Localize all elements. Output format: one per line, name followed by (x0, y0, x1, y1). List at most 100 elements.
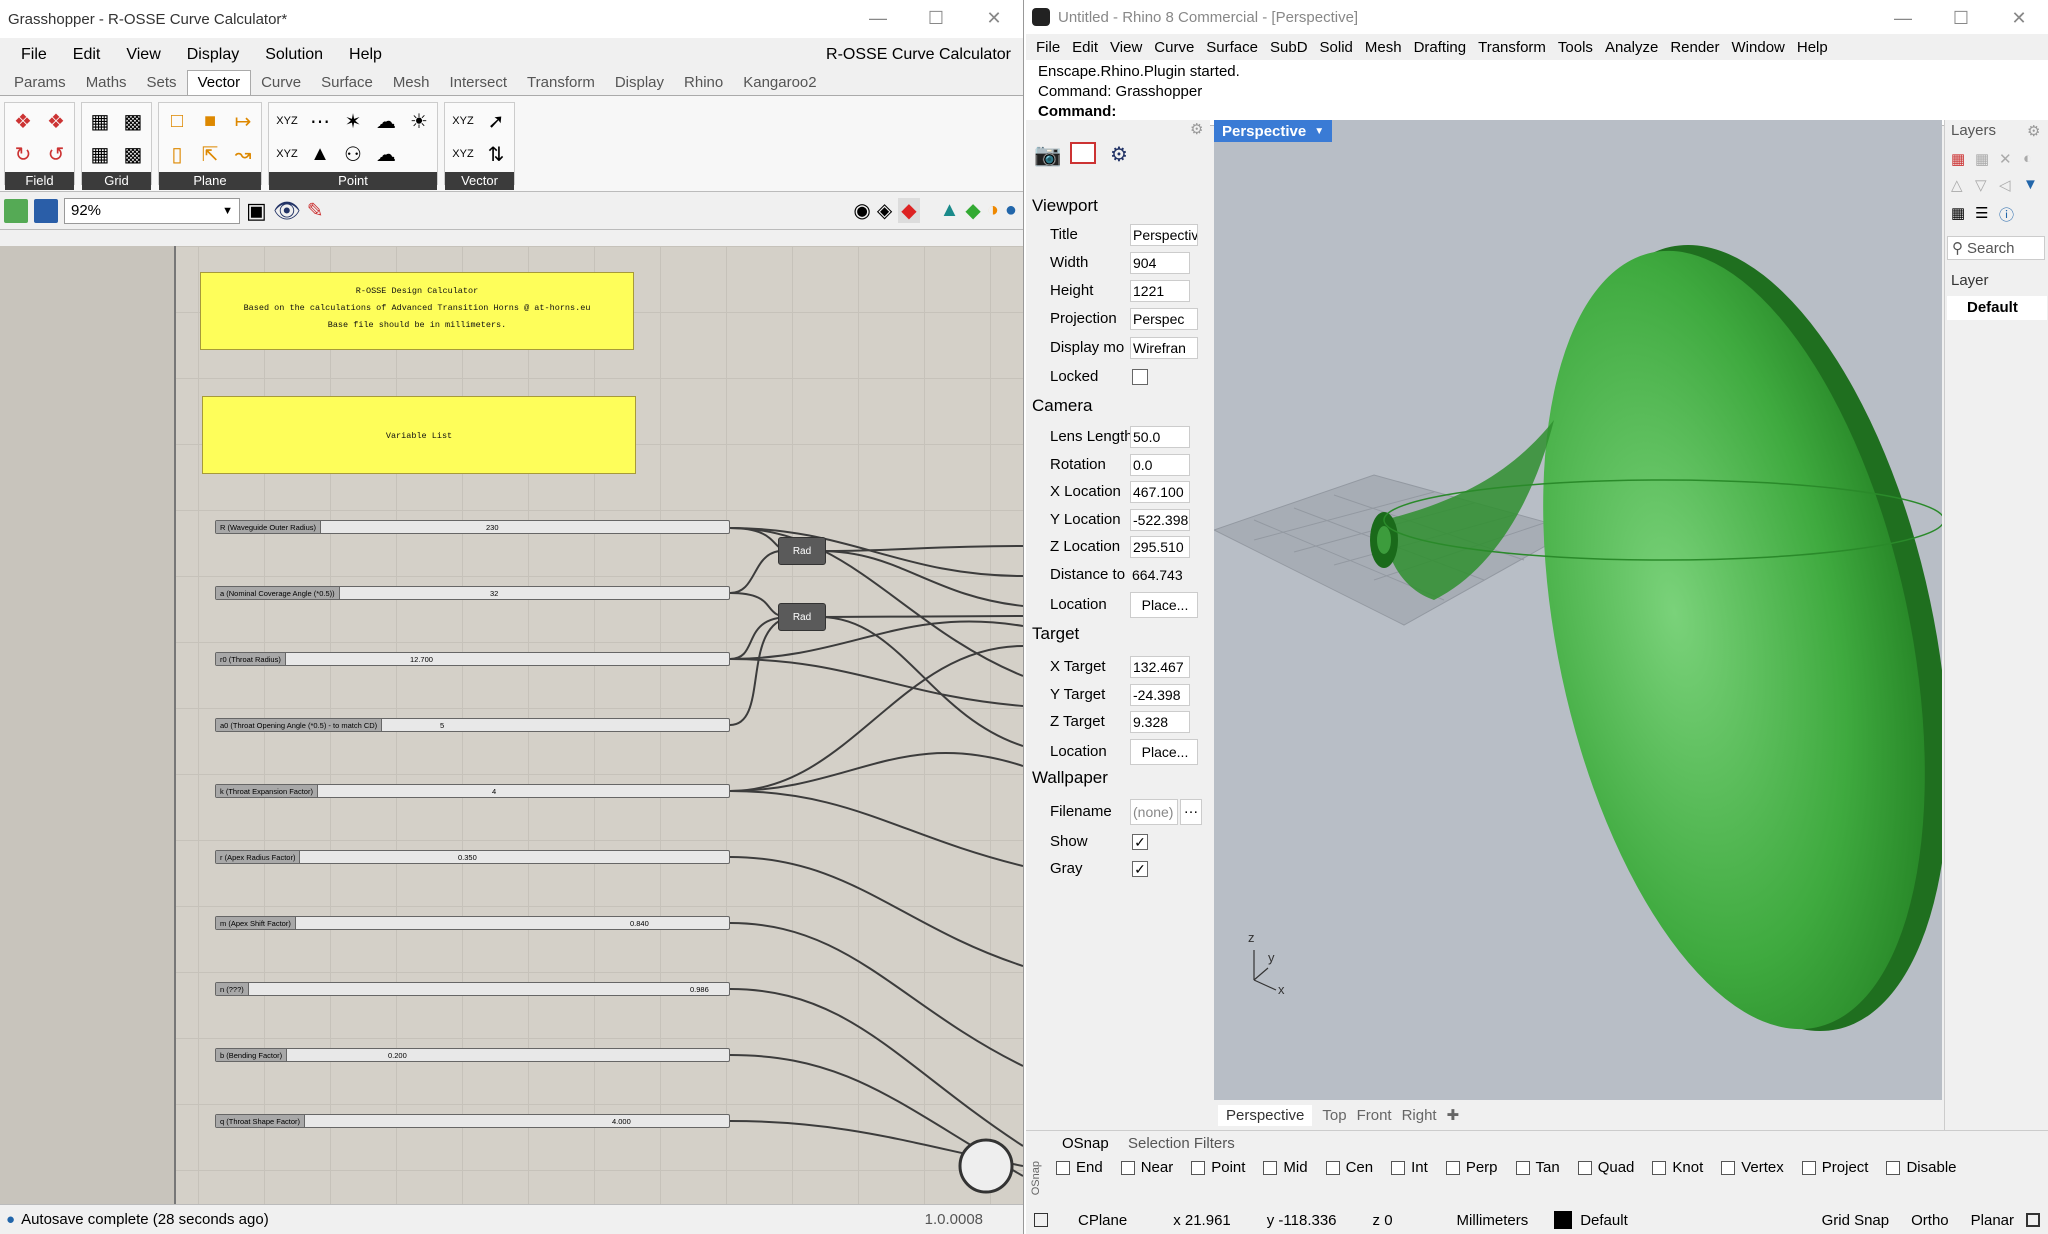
layer-search-input[interactable]: ⚲ Search (1947, 236, 2045, 260)
rh-menu-surface[interactable]: Surface (1200, 39, 1264, 56)
gear-icon[interactable]: ⚙ (1190, 120, 1203, 138)
point-closest-icon[interactable]: ✶ (338, 106, 368, 136)
rh-menu-window[interactable]: Window (1726, 39, 1791, 56)
globe-icon[interactable]: ● (1005, 199, 1017, 222)
osnap-int[interactable]: Int (1391, 1159, 1428, 1176)
tab-display[interactable]: Display (605, 74, 674, 95)
new-layer-icon[interactable]: ▦ (1951, 150, 1965, 168)
viewport-label[interactable]: Perspective ▼ (1214, 120, 1333, 142)
slider-apex-radius-factor[interactable]: r (Apex Radius Factor) 0.350 (215, 850, 730, 864)
tab-surface[interactable]: Surface (311, 74, 383, 95)
view-tab-top[interactable]: Top (1322, 1107, 1346, 1124)
selection-filters-tab[interactable]: Selection Filters (1128, 1135, 1235, 1152)
osnap-point[interactable]: Point (1191, 1159, 1245, 1176)
ortho-toggle[interactable]: Ortho (1911, 1212, 1949, 1229)
y-location-field[interactable]: -522.398 (1130, 509, 1190, 531)
render-settings-icon[interactable]: ⚙ (1110, 142, 1128, 167)
tab-kangaroo2[interactable]: Kangaroo2 (733, 74, 826, 95)
rh-menu-transform[interactable]: Transform (1472, 39, 1552, 56)
move-up-icon[interactable]: △ (1951, 176, 1963, 194)
slider-n-unknown[interactable]: n (???) 0.986 (215, 982, 730, 996)
close-icon[interactable]: ✕ (965, 0, 1023, 36)
gh-menu-help[interactable]: Help (336, 46, 395, 64)
osnap-quad[interactable]: Quad (1577, 1159, 1634, 1176)
gear-icon[interactable]: ⚙ (2027, 122, 2040, 140)
list-icon[interactable]: ☰ (1975, 204, 1988, 222)
radians-component[interactable]: Rad (778, 537, 826, 565)
field-vector-icon[interactable]: ↺ (41, 139, 71, 169)
canvas-widget-ring[interactable] (958, 1138, 1014, 1194)
plane-construct-icon[interactable]: □ (162, 106, 192, 136)
rh-menu-analyze[interactable]: Analyze (1599, 39, 1664, 56)
tab-curve[interactable]: Curve (251, 74, 311, 95)
zoom-extents-icon[interactable]: ▣ (246, 198, 267, 224)
osnap-perp[interactable]: Perp (1445, 1159, 1498, 1176)
point-sort-icon[interactable]: ☁ (371, 139, 401, 169)
camera-icon[interactable]: 📷 (1034, 142, 1061, 168)
slider-throat-expansion-factor[interactable]: k (Throat Expansion Factor) 4 (215, 784, 730, 798)
gh-menu-view[interactable]: View (113, 46, 173, 64)
rh-menu-edit[interactable]: Edit (1066, 39, 1104, 56)
y-target-field[interactable]: -24.398 (1130, 684, 1190, 706)
display-mode-selected-icon[interactable]: ◆ (898, 198, 920, 223)
place-camera-button[interactable]: Place... (1130, 592, 1198, 618)
gh-canvas[interactable]: R-OSSE Design Calculator Based on the ca… (0, 246, 1023, 1204)
rotation-field[interactable]: 0.0 (1130, 454, 1190, 476)
tab-transform[interactable]: Transform (517, 74, 605, 95)
view-tab-perspective[interactable]: Perspective (1218, 1104, 1313, 1126)
slider-apex-shift-factor[interactable]: m (Apex Shift Factor) 0.840 (215, 916, 730, 930)
header-panel[interactable]: R-OSSE Design Calculator Based on the ca… (200, 272, 634, 350)
point-numbers-icon[interactable]: ⋯ (305, 106, 335, 136)
point-project-icon[interactable]: ▲ (305, 139, 335, 169)
browse-button[interactable]: … (1180, 799, 1202, 825)
preview-eye-icon[interactable]: 👁 (273, 198, 301, 224)
osnap-cen[interactable]: Cen (1325, 1159, 1373, 1176)
move-down-icon[interactable]: ▽ (1975, 176, 1987, 194)
filename-field[interactable]: (none) (1130, 799, 1178, 825)
tab-vector[interactable]: Vector (186, 70, 252, 95)
maximize-icon[interactable]: ☐ (1932, 0, 1990, 36)
minimize-icon[interactable]: — (1874, 0, 1932, 36)
slider-throat-opening-angle[interactable]: a0 (Throat Opening Angle (*0.5) - to mat… (215, 718, 730, 732)
move-left-icon[interactable]: ◁ (1999, 176, 2011, 194)
current-layer[interactable]: Default (1580, 1212, 1628, 1229)
point-groups-icon[interactable]: ☀ (404, 106, 434, 136)
view-tab-front[interactable]: Front (1357, 1107, 1392, 1124)
gh-menu-edit[interactable]: Edit (60, 46, 114, 64)
rh-menu-help[interactable]: Help (1791, 39, 1834, 56)
sketch-pen-icon[interactable]: ✎ (307, 198, 324, 223)
minimize-icon[interactable]: — (849, 0, 907, 36)
plane-normal-icon[interactable]: ⇱ (195, 139, 225, 169)
units-label[interactable]: Millimeters (1457, 1212, 1529, 1229)
field-spin-icon[interactable]: ↻ (8, 139, 38, 169)
preview-mesh-icon[interactable]: ▲ (940, 199, 960, 222)
osnap-tan[interactable]: Tan (1515, 1159, 1560, 1176)
title-field[interactable]: Perspective (1130, 224, 1198, 246)
display-mode-shaded-icon[interactable]: ◈ (877, 198, 892, 223)
show-checkbox[interactable]: ✓ (1132, 834, 1148, 850)
close-icon[interactable]: ✕ (1990, 0, 2048, 36)
view-tab-right[interactable]: Right (1402, 1107, 1437, 1124)
rh-menu-render[interactable]: Render (1664, 39, 1725, 56)
display-mode-wire-icon[interactable]: ◉ (853, 198, 870, 223)
add-view-icon[interactable]: ✚ (1447, 1106, 1460, 1124)
slider-bending-factor[interactable]: b (Bending Factor) 0.200 (215, 1048, 730, 1062)
tab-maths[interactable]: Maths (76, 74, 137, 95)
rh-menu-subd[interactable]: SubD (1264, 39, 1314, 56)
radians-component[interactable]: Rad (778, 603, 826, 631)
tab-params[interactable]: Params (4, 74, 76, 95)
grid-hex-icon[interactable]: ▦ (85, 106, 115, 136)
layer-options-icon[interactable]: ◐ (2023, 150, 2032, 167)
vector-2pt-icon[interactable]: ➚ (481, 106, 511, 136)
plane-xy-icon[interactable]: ▯ (162, 139, 192, 169)
plane-origin-icon[interactable]: ■ (195, 106, 225, 136)
variable-list-panel[interactable]: Variable List (202, 396, 636, 474)
projection-select[interactable]: Perspec (1130, 308, 1198, 330)
height-field[interactable]: 1221 (1130, 280, 1190, 302)
gh-menu-display[interactable]: Display (174, 46, 252, 64)
planar-toggle[interactable]: Planar (1971, 1212, 2014, 1229)
field-point-charge-icon[interactable]: ❖ (41, 106, 71, 136)
rh-menu-tools[interactable]: Tools (1552, 39, 1599, 56)
osnap-project[interactable]: Project (1801, 1159, 1868, 1176)
vector-xyz-icon[interactable]: XYZ (448, 106, 478, 136)
